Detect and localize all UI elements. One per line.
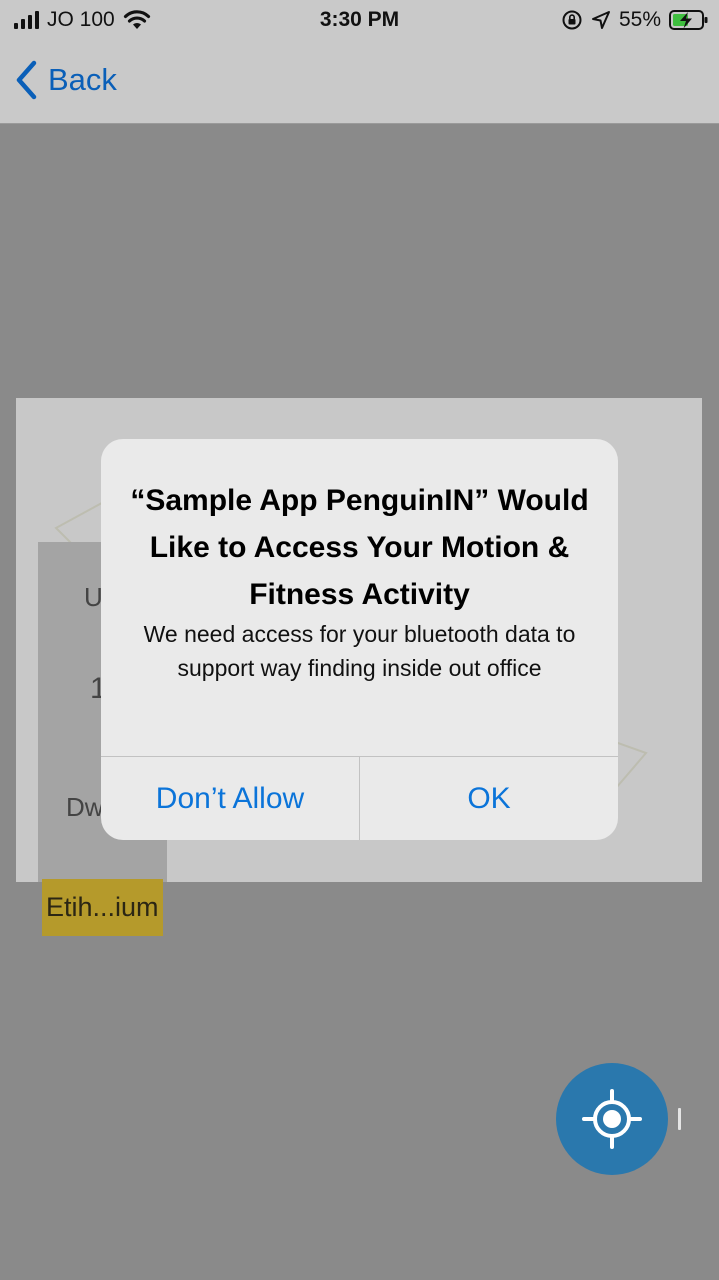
scroll-indicator (678, 1108, 681, 1130)
locate-me-button[interactable] (556, 1063, 668, 1175)
battery-charging-icon (669, 10, 708, 30)
back-button[interactable]: Back (14, 58, 117, 102)
building-text-bottom: Dw (66, 792, 104, 822)
ok-button[interactable]: OK (360, 757, 618, 840)
alert-message: We need access for your bluetooth data t… (143, 621, 576, 681)
dont-allow-button[interactable]: Don’t Allow (101, 757, 359, 840)
alert-title: “Sample App PenguinIN” Would Like to Acc… (130, 484, 589, 611)
alert-actions: Don’t Allow OK (101, 756, 618, 840)
location-arrow-icon (591, 11, 610, 29)
building-text-top: U (84, 582, 103, 612)
orientation-lock-icon (562, 10, 582, 30)
place-label[interactable]: Etih...ium (42, 879, 163, 936)
status-bar: JO 100 3:30 PM 55% (0, 0, 719, 40)
navigation-bar: Back (0, 40, 719, 124)
permission-alert: “Sample App PenguinIN” Would Like to Acc… (101, 439, 618, 840)
crosshair-icon (582, 1089, 642, 1149)
battery-percent: 55% (618, 8, 661, 31)
back-label: Back (48, 62, 117, 97)
chevron-left-icon (16, 60, 37, 100)
